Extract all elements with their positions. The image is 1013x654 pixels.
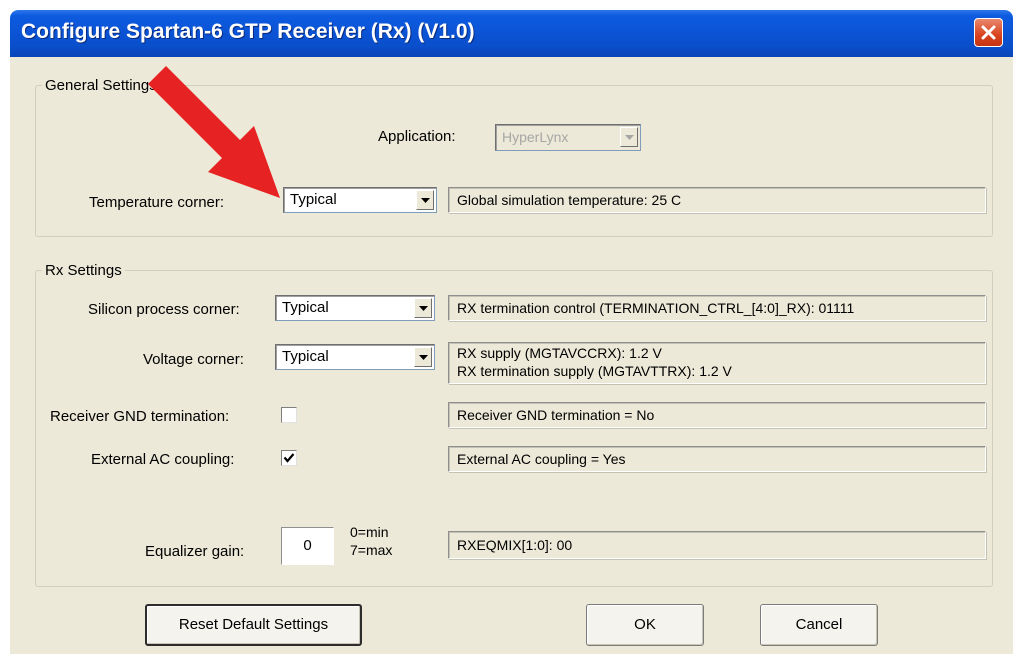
external-ac-label: External AC coupling: <box>91 451 235 468</box>
application-select[interactable]: HyperLynx <box>495 124 641 151</box>
application-label: Application: <box>378 128 456 145</box>
temperature-info-text: Global simulation temperature: 25 C <box>457 192 682 208</box>
silicon-process-label: Silicon process corner: <box>88 301 240 318</box>
title-bar[interactable]: Configure Spartan-6 GTP Receiver (Rx) (V… <box>10 10 1013 57</box>
general-settings-group: General Settings <box>35 77 993 237</box>
voltage-corner-value: Typical <box>282 348 329 365</box>
cancel-label: Cancel <box>795 616 843 633</box>
temperature-corner-select[interactable]: Typical <box>283 187 437 213</box>
window-title: Configure Spartan-6 GTP Receiver (Rx) (V… <box>21 20 475 43</box>
silicon-process-info: RX termination control (TERMINATION_CTRL… <box>448 295 986 321</box>
receiver-gnd-label: Receiver GND termination: <box>50 408 230 425</box>
receiver-gnd-info: Receiver GND termination = No <box>448 402 986 428</box>
equalizer-info-text: RXEQMIX[1:0]: 00 <box>457 537 573 553</box>
external-ac-info: External AC coupling = Yes <box>448 446 986 472</box>
equalizer-info: RXEQMIX[1:0]: 00 <box>448 531 986 559</box>
close-icon <box>981 25 996 40</box>
voltage-corner-select[interactable]: Typical <box>275 344 435 370</box>
equalizer-gain-label: Equalizer gain: <box>145 543 245 560</box>
temperature-corner-label: Temperature corner: <box>89 194 225 211</box>
close-button[interactable] <box>974 18 1003 47</box>
temperature-corner-value: Typical <box>290 191 337 208</box>
application-value: HyperLynx <box>502 129 569 145</box>
rx-settings-legend: Rx Settings <box>45 262 122 279</box>
silicon-process-value: Typical <box>282 299 329 316</box>
application-dropdown-button[interactable] <box>620 127 638 147</box>
silicon-process-info-text: RX termination control (TERMINATION_CTRL… <box>457 300 855 316</box>
general-settings-legend: General Settings <box>45 77 157 94</box>
chevron-down-icon <box>421 198 430 203</box>
equalizer-gain-value: 0 <box>303 537 312 554</box>
ok-label: OK <box>634 616 656 633</box>
receiver-gnd-info-text: Receiver GND termination = No <box>457 407 655 423</box>
chevron-down-icon <box>419 355 428 360</box>
cancel-button[interactable]: Cancel <box>760 604 878 646</box>
ok-button[interactable]: OK <box>586 604 704 646</box>
external-ac-checkbox[interactable] <box>281 450 297 466</box>
receiver-gnd-checkbox[interactable] <box>281 407 297 423</box>
reset-default-settings-label: Reset Default Settings <box>178 616 329 633</box>
voltage-info-line-1: RX supply (MGTAVCCRX): 1.2 V <box>457 345 662 361</box>
voltage-dropdown-button[interactable] <box>414 347 432 367</box>
temperature-info: Global simulation temperature: 25 C <box>448 187 986 213</box>
voltage-info-line-2: RX termination supply (MGTAVTTRX): 1.2 V <box>457 363 732 379</box>
temperature-dropdown-button[interactable] <box>416 190 434 210</box>
dialog-window: Configure Spartan-6 GTP Receiver (Rx) (V… <box>10 10 1013 654</box>
reset-default-settings-button[interactable]: Reset Default Settings <box>145 604 362 646</box>
checkmark-icon <box>283 453 295 463</box>
silicon-dropdown-button[interactable] <box>414 298 432 318</box>
voltage-info: RX supply (MGTAVCCRX): 1.2 V RX terminat… <box>448 342 986 384</box>
external-ac-info-text: External AC coupling = Yes <box>457 451 626 467</box>
silicon-process-select[interactable]: Typical <box>275 295 435 321</box>
dialog-client: General Settings Application: HyperLynx … <box>13 57 1010 654</box>
chevron-down-icon <box>625 135 634 140</box>
equalizer-gain-input[interactable]: 0 <box>281 527 334 565</box>
chevron-down-icon <box>419 306 428 311</box>
voltage-corner-label: Voltage corner: <box>143 351 244 368</box>
equalizer-max-hint: 7=max <box>350 542 393 558</box>
equalizer-min-hint: 0=min <box>350 524 389 540</box>
